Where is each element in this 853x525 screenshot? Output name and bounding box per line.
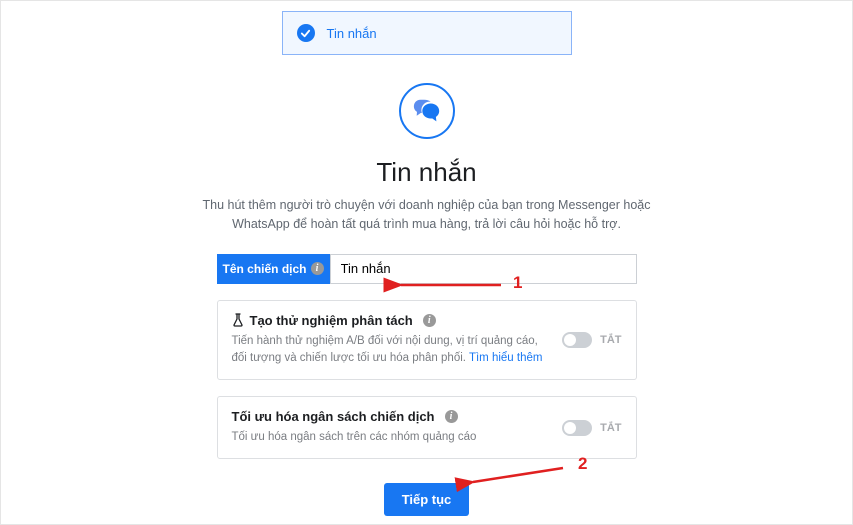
continue-row: Tiếp tục (1, 483, 852, 516)
annotation-number-2: 2 (578, 454, 587, 474)
check-icon (297, 24, 315, 42)
split-test-card: Tạo thử nghiệm phân tách i Tiến hành thử… (217, 300, 637, 381)
campaign-name-row: Tên chiến dịch i (217, 254, 637, 284)
info-icon[interactable]: i (445, 410, 458, 423)
budget-opt-toggle-label: TẮT (600, 422, 621, 434)
continue-button[interactable]: Tiếp tục (384, 483, 470, 516)
split-test-toggle[interactable] (562, 332, 592, 348)
budget-opt-title-text: Tối ưu hóa ngân sách chiến dịch (232, 409, 435, 424)
page-wrapper: Tin nhắn Tin nhắn Thu hút thêm người trò… (0, 0, 853, 525)
hero-title: Tin nhắn (1, 157, 852, 188)
campaign-name-label-text: Tên chiến dịch (223, 262, 307, 276)
budget-opt-card: Tối ưu hóa ngân sách chiến dịch i Tối ưu… (217, 396, 637, 459)
learn-more-link[interactable]: Tìm hiểu thêm (469, 352, 543, 364)
info-icon[interactable]: i (423, 314, 436, 327)
budget-opt-toggle-wrap: TẮT (562, 409, 621, 446)
annotation-number-1: 1 (513, 273, 522, 293)
hero-section: Tin nhắn Thu hút thêm người trò chuyện v… (1, 83, 852, 234)
split-test-toggle-wrap: TẮT (562, 313, 621, 368)
campaign-name-input[interactable] (330, 254, 637, 284)
flask-icon (232, 313, 244, 327)
info-icon[interactable]: i (311, 262, 324, 275)
budget-opt-desc: Tối ưu hóa ngân sách trên các nhóm quảng… (232, 429, 553, 446)
hero-description: Thu hút thêm người trò chuyện với doanh … (202, 196, 652, 234)
selected-objective-banner: Tin nhắn (282, 11, 572, 55)
split-test-toggle-label: TẮT (600, 334, 621, 346)
split-test-title: Tạo thử nghiệm phân tách i (232, 313, 553, 328)
budget-opt-title: Tối ưu hóa ngân sách chiến dịch i (232, 409, 553, 424)
budget-opt-toggle[interactable] (562, 420, 592, 436)
split-test-title-text: Tạo thử nghiệm phân tách (250, 313, 413, 328)
campaign-name-label: Tên chiến dịch i (217, 254, 330, 284)
banner-label: Tin nhắn (327, 26, 377, 41)
split-test-desc: Tiến hành thử nghiệm A/B đối với nội dun… (232, 333, 553, 368)
messages-icon (399, 83, 455, 139)
